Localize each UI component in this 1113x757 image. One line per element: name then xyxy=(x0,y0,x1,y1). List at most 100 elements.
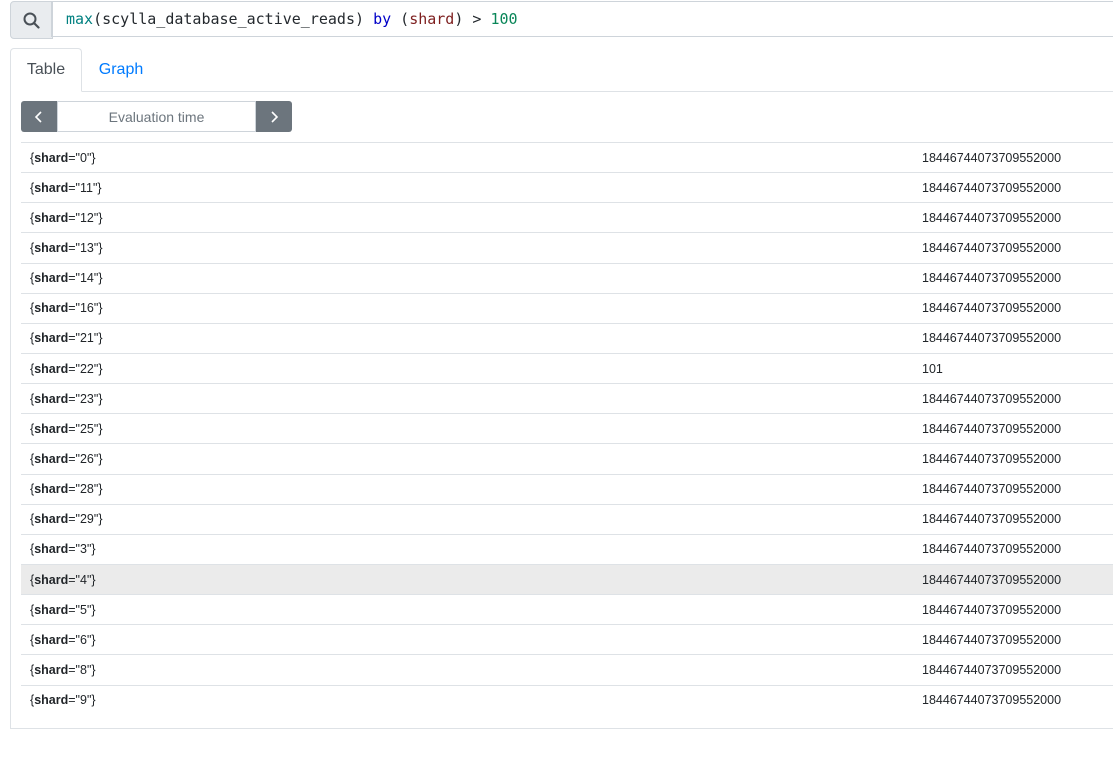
series-label: {shard =" 6 "} xyxy=(30,632,96,647)
label-name: shard xyxy=(34,361,69,376)
label-name: shard xyxy=(34,240,69,255)
table-row: {shard =" 29 "} 18446744073709552000 xyxy=(21,503,1113,534)
sample-value: 18446744073709552000 xyxy=(922,451,1062,466)
series-label: {shard =" 8 "} xyxy=(30,662,96,677)
series-label: {shard =" 9 "} xyxy=(30,693,96,708)
series-label: {shard =" 0 "} xyxy=(30,150,96,165)
label-name: shard xyxy=(34,301,69,316)
label-value: 14 xyxy=(79,271,94,286)
sample-value: 18446744073709552000 xyxy=(922,542,1062,557)
chevron-right-icon xyxy=(271,110,279,123)
label-value: 8 xyxy=(79,662,87,677)
table-row: {shard =" 8 "} 18446744073709552000 xyxy=(21,654,1113,684)
series-label: {shard =" 16 "} xyxy=(30,301,103,316)
sample-value: 18446744073709552000 xyxy=(922,693,1062,708)
label-name: shard xyxy=(34,391,69,406)
series-label: {shard =" 29 "} xyxy=(30,512,103,527)
label-name: shard xyxy=(34,693,69,708)
label-name: shard xyxy=(34,602,69,617)
label-value: 5 xyxy=(79,602,87,617)
sample-value: 18446744073709552000 xyxy=(922,180,1062,195)
execute-button[interactable] xyxy=(10,1,53,39)
table-row: {shard =" 13 "} 18446744073709552000 xyxy=(21,232,1113,262)
sample-value: 18446744073709552000 xyxy=(922,512,1062,527)
label-value: 12 xyxy=(79,210,94,225)
table-row: {shard =" 0 "} 18446744073709552000 xyxy=(21,142,1113,172)
table-row: {shard =" 23 "} 18446744073709552000 xyxy=(21,383,1113,413)
series-label: {shard =" 4 "} xyxy=(30,572,96,587)
label-value: 4 xyxy=(79,572,87,587)
label-value: 0 xyxy=(79,150,87,165)
table-row: {shard =" 9 "} 18446744073709552000 xyxy=(21,684,1113,715)
series-label: {shard =" 28 "} xyxy=(30,482,103,497)
table-row: {shard =" 14 "} 18446744073709552000 xyxy=(21,262,1113,293)
sample-value: 101 xyxy=(922,361,943,376)
sample-value: 18446744073709552000 xyxy=(922,572,1062,587)
sample-value: 18446744073709552000 xyxy=(922,632,1062,647)
label-value: 25 xyxy=(79,421,94,436)
query-bar: max (scylla_database_active_reads) by (sh… xyxy=(10,1,1113,39)
label-name: shard xyxy=(34,210,69,225)
sample-value: 18446744073709552000 xyxy=(922,301,1062,316)
series-label: {shard =" 21 "} xyxy=(30,331,103,346)
label-name: shard xyxy=(34,572,69,587)
table-row: {shard =" 21 "} 18446744073709552000 xyxy=(21,322,1113,353)
query-token: by xyxy=(373,10,392,28)
label-name: shard xyxy=(34,662,69,677)
previous-time-button[interactable] xyxy=(21,101,57,132)
label-value: 9 xyxy=(79,693,87,708)
label-name: shard xyxy=(34,542,69,557)
expression-input[interactable]: max (scylla_database_active_reads) by (sh… xyxy=(51,1,1113,37)
label-value: 28 xyxy=(79,482,94,497)
table-row: {shard =" 3 "} 18446744073709552000 xyxy=(21,533,1113,564)
series-label: {shard =" 11 "} xyxy=(30,180,102,195)
label-name: shard xyxy=(34,271,69,286)
query-token: (scylla_database_active_reads) xyxy=(93,10,374,28)
next-time-button[interactable] xyxy=(256,101,292,132)
label-value: 29 xyxy=(79,512,94,527)
table-row: {shard =" 28 "} 18446744073709552000 xyxy=(21,473,1113,504)
results-table: {shard =" 0 "} 18446744073709552000{shard =" 1… xyxy=(21,142,1113,715)
sample-value: 18446744073709552000 xyxy=(922,331,1062,346)
sample-value: 18446744073709552000 xyxy=(922,482,1062,497)
sample-value: 18446744073709552000 xyxy=(922,662,1062,677)
tab-bar: Table Graph xyxy=(10,48,1113,92)
series-label: {shard =" 5 "} xyxy=(30,602,96,617)
label-name: shard xyxy=(34,632,69,647)
label-value: 22 xyxy=(79,361,94,376)
query-token: ( xyxy=(391,10,410,28)
chevron-left-icon xyxy=(34,110,42,123)
label-value: 21 xyxy=(79,331,94,346)
label-value: 16 xyxy=(79,301,94,316)
sample-value: 18446744073709552000 xyxy=(922,391,1062,406)
search-icon xyxy=(23,12,40,29)
tab-graph[interactable]: Graph xyxy=(82,48,160,91)
series-label: {shard =" 26 "} xyxy=(30,451,103,466)
table-row: {shard =" 16 "} 18446744073709552000 xyxy=(21,292,1113,323)
label-name: shard xyxy=(34,180,69,195)
table-row: {shard =" 26 "} 18446744073709552000 xyxy=(21,443,1113,473)
series-label: {shard =" 25 "} xyxy=(30,421,103,436)
label-value: 11 xyxy=(79,180,93,195)
label-name: shard xyxy=(34,451,69,466)
series-label: {shard =" 3 "} xyxy=(30,542,96,557)
label-value: 23 xyxy=(79,391,94,406)
table-row: {shard =" 5 "} 18446744073709552000 xyxy=(21,594,1113,624)
series-label: {shard =" 14 "} xyxy=(30,271,103,286)
table-row: {shard =" 22 "} 101 xyxy=(21,352,1113,383)
series-label: {shard =" 12 "} xyxy=(30,210,103,225)
query-token: shard xyxy=(409,10,455,28)
label-name: shard xyxy=(34,331,69,346)
label-name: shard xyxy=(34,421,69,436)
tab-table[interactable]: Table xyxy=(10,48,82,92)
sample-value: 18446744073709552000 xyxy=(922,421,1062,436)
query-token: ) > xyxy=(454,10,491,28)
table-row: {shard =" 11 "} 18446744073709552000 xyxy=(21,172,1113,202)
sample-value: 18446744073709552000 xyxy=(922,271,1062,286)
label-value: 26 xyxy=(79,451,94,466)
table-row: {shard =" 12 "} 18446744073709552000 xyxy=(21,202,1113,232)
sample-value: 18446744073709552000 xyxy=(922,150,1062,165)
sample-value: 18446744073709552000 xyxy=(922,240,1062,255)
label-name: shard xyxy=(34,150,69,165)
evaluation-time-input[interactable]: Evaluation time xyxy=(57,101,256,132)
